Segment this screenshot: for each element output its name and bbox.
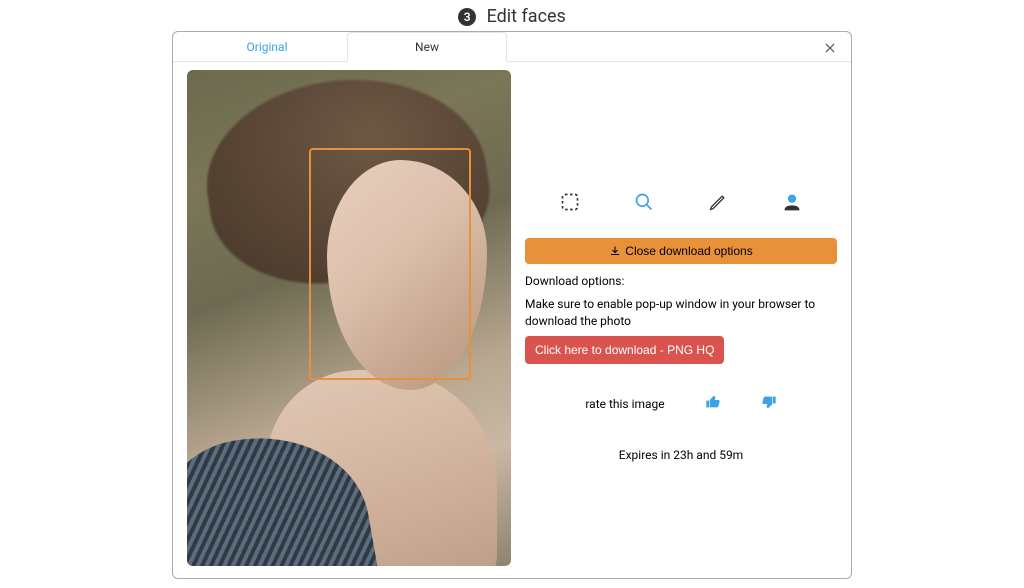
edit-tool[interactable] — [706, 190, 730, 214]
thumbs-down-button[interactable] — [761, 394, 777, 414]
modal: Original New — [172, 31, 852, 579]
close-download-options-label: Close download options — [625, 244, 752, 258]
download-icon — [609, 245, 621, 257]
tab-original[interactable]: Original — [187, 32, 347, 62]
person-tool[interactable] — [780, 190, 804, 214]
select-icon — [560, 192, 580, 212]
person-icon — [782, 192, 802, 212]
download-options-label: Download options: — [525, 274, 837, 288]
thumbs-up-button[interactable] — [705, 394, 721, 414]
close-download-options-button[interactable]: Close download options — [525, 238, 837, 264]
toolbar — [525, 190, 837, 238]
image-preview — [187, 70, 511, 566]
edit-icon — [708, 192, 728, 212]
expires-text: Expires in 23h and 59m — [525, 448, 837, 462]
search-icon — [634, 192, 654, 212]
close-icon — [823, 41, 837, 55]
thumbs-down-icon — [761, 394, 777, 410]
close-button[interactable] — [823, 40, 841, 58]
popup-hint: Make sure to enable pop-up window in you… — [525, 296, 837, 330]
face-detection-box[interactable] — [309, 148, 471, 380]
page-header: 3 Edit faces — [0, 0, 1024, 31]
right-pane: Close download options Download options:… — [525, 70, 837, 564]
page-title: Edit faces — [487, 6, 566, 27]
select-tool[interactable] — [558, 190, 582, 214]
rate-row: rate this image — [525, 394, 837, 414]
step-badge: 3 — [458, 8, 476, 26]
download-png-button[interactable]: Click here to download - PNG HQ — [525, 336, 724, 364]
rate-label: rate this image — [585, 397, 664, 411]
tab-new[interactable]: New — [347, 32, 507, 62]
zoom-tool[interactable] — [632, 190, 656, 214]
content: Close download options Download options:… — [173, 62, 851, 578]
tabs: Original New — [173, 32, 851, 62]
thumbs-up-icon — [705, 394, 721, 410]
